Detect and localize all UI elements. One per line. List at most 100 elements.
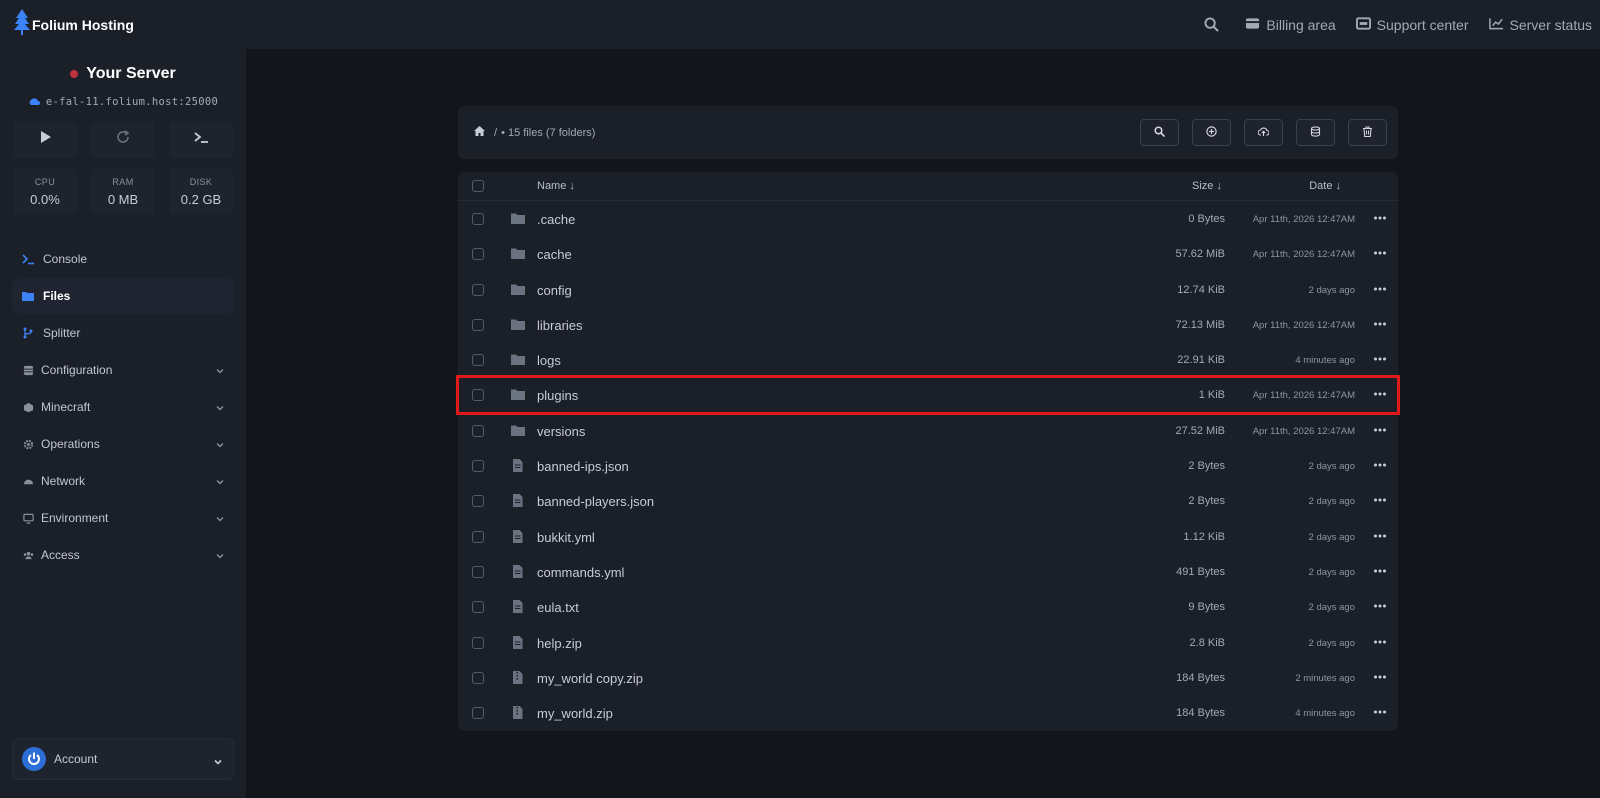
more-options-icon[interactable] [1373,424,1387,436]
sidebar-group-minecraft[interactable]: Minecraft [12,390,234,424]
delete-button[interactable] [1348,119,1387,146]
column-name-header[interactable]: Name ↓ [537,180,575,192]
file-name[interactable]: cache [537,247,572,262]
more-options-icon[interactable] [1373,494,1387,506]
storage-button[interactable] [1296,119,1335,146]
row-checkbox[interactable] [472,389,484,402]
row-checkbox[interactable] [472,424,484,437]
row-checkbox[interactable] [472,671,484,684]
select-all-checkbox[interactable] [472,180,484,192]
sidebar-group-operations[interactable]: Operations [12,427,234,461]
row-checkbox[interactable] [472,318,484,331]
file-count-summary: • 15 files (7 folders) [501,126,596,139]
row-checkbox[interactable] [472,283,484,296]
support-center-link[interactable]: Support center [1355,17,1469,33]
table-row[interactable]: libraries 72.13 MiB Apr 11th, 2026 12:47AM [458,307,1398,342]
search-icon[interactable] [1204,17,1225,32]
create-button[interactable] [1192,119,1231,146]
more-options-icon[interactable] [1373,247,1387,259]
file-name[interactable]: config [537,283,572,298]
table-row[interactable]: .cache 0 Bytes Apr 11th, 2026 12:47AM [458,201,1398,236]
row-checkbox[interactable] [472,530,484,543]
more-options-icon[interactable] [1373,212,1387,224]
upload-button[interactable] [1244,119,1283,146]
restart-button[interactable] [91,121,155,158]
table-row[interactable]: bukkit.yml 1.12 KiB 2 days ago [458,519,1398,554]
file-name[interactable]: versions [537,424,585,439]
brand[interactable]: Folium Hosting [14,9,134,40]
table-row[interactable]: logs 22.91 KiB 4 minutes ago [458,342,1398,377]
more-options-icon[interactable] [1373,353,1387,365]
file-name[interactable]: banned-players.json [537,494,654,509]
table-row[interactable]: cache 57.62 MiB Apr 11th, 2026 12:47AM [458,236,1398,271]
file-name[interactable]: .cache [537,212,575,227]
table-row[interactable]: plugins 1 KiB Apr 11th, 2026 12:47AM [456,375,1400,415]
column-date-header[interactable]: Date ↓ [1309,180,1341,192]
sidebar-group-environment[interactable]: Environment [12,501,234,535]
column-size-header[interactable]: Size ↓ [1192,180,1222,192]
file-size: 27.52 MiB [1175,424,1225,437]
sidebar-item-splitter[interactable]: Splitter [12,316,234,350]
table-row[interactable]: banned-ips.json 2 Bytes 2 days ago [458,448,1398,483]
row-checkbox[interactable] [472,248,484,261]
sidebar-item-label: Console [43,252,88,266]
row-checkbox[interactable] [472,495,484,508]
search-files-button[interactable] [1140,119,1179,146]
table-row[interactable]: versions 27.52 MiB Apr 11th, 2026 12:47AM [458,413,1398,448]
file-name[interactable]: help.zip [537,636,582,651]
table-row[interactable]: my_world.zip 184 Bytes 4 minutes ago [458,695,1398,730]
sidebar-group-configuration[interactable]: Configuration [12,353,234,387]
sidebar-group-access[interactable]: Access [12,538,234,572]
file-name[interactable]: commands.yml [537,565,624,580]
sidebar-item-console[interactable]: Console [12,242,234,276]
row-checkbox[interactable] [472,354,484,367]
file-size: 57.62 MiB [1175,248,1225,261]
more-options-icon[interactable] [1373,388,1387,400]
file-date: Apr 11th, 2026 12:47AM [1252,249,1355,261]
more-options-icon[interactable] [1373,671,1387,683]
row-checkbox[interactable] [472,213,484,225]
row-checkbox[interactable] [472,565,484,578]
file-date: 2 days ago [1308,602,1355,614]
file-icon [511,459,527,473]
more-options-icon[interactable] [1373,459,1387,471]
sidebar-item-files[interactable]: Files [12,279,234,313]
row-checkbox[interactable] [472,601,484,614]
table-row[interactable]: eula.txt 9 Bytes 2 days ago [458,589,1398,624]
row-checkbox[interactable] [472,707,484,720]
home-icon[interactable] [474,126,490,139]
start-button[interactable] [13,121,77,158]
row-checkbox[interactable] [472,460,484,473]
server-status-link[interactable]: Server status [1488,17,1592,33]
file-name[interactable]: plugins [537,388,578,403]
account-menu[interactable]: Account [12,738,234,780]
console-button[interactable] [169,121,233,158]
more-options-icon[interactable] [1373,706,1387,718]
billing-area-link[interactable]: Billing area [1245,17,1336,33]
table-row[interactable]: my_world copy.zip 184 Bytes 2 minutes ago [458,660,1398,695]
more-options-icon[interactable] [1373,283,1387,295]
file-name[interactable]: logs [537,353,561,368]
table-row[interactable]: help.zip 2.8 KiB 2 days ago [458,625,1398,660]
row-checkbox[interactable] [472,636,484,649]
more-options-icon[interactable] [1373,530,1387,542]
server-address[interactable]: e-fal-11.folium.host:25000 [0,93,246,111]
file-name[interactable]: my_world.zip [537,706,613,721]
sidebar-group-network[interactable]: Network [12,464,234,498]
file-name[interactable]: libraries [537,318,583,333]
file-size: 12.74 KiB [1177,283,1225,296]
more-options-icon[interactable] [1373,600,1387,612]
file-name[interactable]: my_world copy.zip [537,671,643,686]
table-row[interactable]: commands.yml 491 Bytes 2 days ago [458,554,1398,589]
file-name[interactable]: eula.txt [537,600,579,615]
sidebar-group-label: Minecraft [41,400,91,414]
chevron-down-icon [215,402,225,412]
file-name[interactable]: bukkit.yml [537,530,595,545]
more-options-icon[interactable] [1373,565,1387,577]
table-row[interactable]: config 12.74 KiB 2 days ago [458,272,1398,307]
more-options-icon[interactable] [1373,318,1387,330]
restart-icon [116,130,131,149]
table-row[interactable]: banned-players.json 2 Bytes 2 days ago [458,483,1398,518]
more-options-icon[interactable] [1373,636,1387,648]
file-name[interactable]: banned-ips.json [537,459,629,474]
